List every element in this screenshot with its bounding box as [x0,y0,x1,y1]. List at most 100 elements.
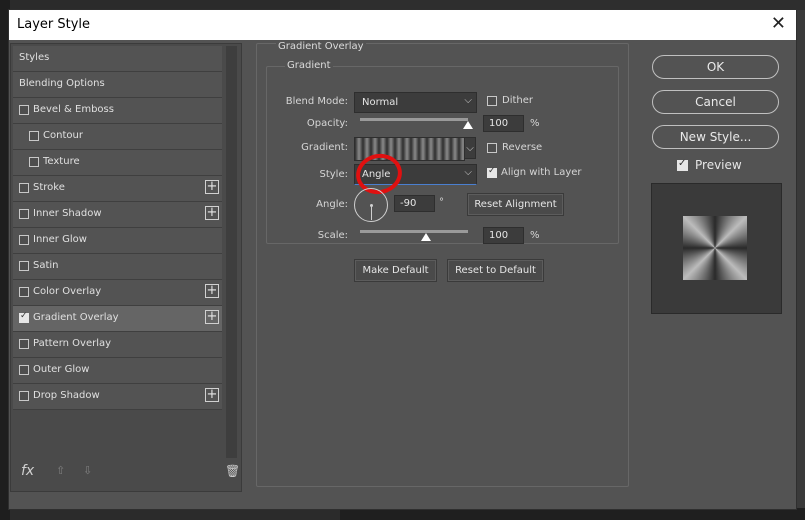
opacity-slider-track[interactable] [360,118,468,121]
ok-button[interactable]: OK [652,55,779,79]
sidebar-item-label: Contour [43,130,83,141]
contour-checkbox[interactable] [29,131,39,141]
sidebar-item-drop-shadow[interactable]: Drop Shadow + [13,384,222,410]
angle-input[interactable]: -90 [394,195,435,212]
styles-sidebar: Styles Blending Options Bevel & Emboss C… [10,43,242,492]
sidebar-item-label: Bevel & Emboss [33,104,114,115]
gradient-label: Gradient: [301,142,348,153]
group-title: Gradient Overlay [276,41,366,52]
sidebar-item-label: Outer Glow [33,364,90,375]
sidebar-item-label: Drop Shadow [33,390,100,401]
sidebar-item-label: Stroke [33,182,65,193]
fx-icon[interactable]: fx [21,463,34,479]
sidebar-item-bevel-emboss[interactable]: Bevel & Emboss [13,98,222,124]
satin-checkbox[interactable] [19,261,29,271]
sidebar-item-label: Inner Shadow [33,208,102,219]
dialog-title: Layer Style [17,17,91,32]
gradient-picker-button[interactable]: ⌵ [464,137,476,159]
inner-shadow-checkbox[interactable] [19,209,29,219]
style-label: Style: [319,169,349,180]
sidebar-item-inner-glow[interactable]: Inner Glow [13,228,222,254]
reset-alignment-button[interactable]: Reset Alignment [467,193,564,216]
make-default-button[interactable]: Make Default [354,259,437,282]
drop-shadow-checkbox[interactable] [19,391,29,401]
stroke-checkbox[interactable] [19,183,29,193]
sidebar-item-styles[interactable]: Styles [13,46,222,72]
reverse-label: Reverse [502,142,543,153]
sidebar-item-color-overlay[interactable]: Color Overlay + [13,280,222,306]
opacity-value: 100 [489,118,509,129]
preview-thumbnail [683,216,747,280]
texture-checkbox[interactable] [29,157,39,167]
angle-needle [371,205,372,220]
sidebar-item-label: Styles [19,52,50,63]
scale-slider-thumb[interactable] [421,233,431,241]
bevel-emboss-checkbox[interactable] [19,105,29,115]
scale-unit: % [530,230,540,241]
opacity-unit: % [530,118,540,129]
sidebar-item-gradient-overlay[interactable]: Gradient Overlay + [13,306,222,332]
move-down-icon[interactable]: ⇩ [83,464,92,477]
align-with-layer-checkbox[interactable] [487,166,497,178]
new-style-button[interactable]: New Style... [652,125,779,149]
dither-checkbox[interactable] [487,96,497,106]
add-stroke-button[interactable]: + [205,180,219,194]
blend-mode-select[interactable]: Normal ⌵ [354,92,477,113]
chevron-down-icon: ⌵ [466,143,474,154]
sidebar-item-satin[interactable]: Satin [13,254,222,280]
sidebar-item-outer-glow[interactable]: Outer Glow [13,358,222,384]
title-bar: Layer Style ✕ [9,10,796,40]
angle-label: Angle: [316,199,348,210]
align-with-layer-label: Align with Layer [501,167,582,178]
sidebar-item-pattern-overlay[interactable]: Pattern Overlay [13,332,222,358]
sidebar-item-contour[interactable]: Contour [13,124,222,150]
chevron-down-icon: ⌵ [464,95,472,106]
add-gradient-overlay-button[interactable]: + [205,310,219,324]
sidebar-item-label: Inner Glow [33,234,87,245]
outer-glow-checkbox[interactable] [19,365,29,375]
trash-icon[interactable]: 🗑 [225,464,240,478]
subgroup-title: Gradient [285,60,333,71]
sidebar-item-label: Texture [43,156,80,167]
opacity-slider-thumb[interactable] [463,121,473,129]
scale-slider-track[interactable] [360,230,468,233]
sidebar-item-blending-options[interactable]: Blending Options [13,72,222,98]
move-up-icon[interactable]: ⇧ [56,464,65,477]
blend-mode-label: Blend Mode: [285,96,348,107]
reverse-checkbox[interactable] [487,143,497,153]
sidebar-item-label: Color Overlay [33,286,102,297]
angle-center-dot [370,204,373,207]
gradient-overlay-checkbox[interactable] [19,311,29,323]
sidebar-scrollbar[interactable] [226,46,237,458]
sidebar-item-inner-shadow[interactable]: Inner Shadow + [13,202,222,228]
sidebar-item-label: Satin [33,260,59,271]
sidebar-item-label: Blending Options [19,78,105,89]
pattern-overlay-checkbox[interactable] [19,339,29,349]
add-color-overlay-button[interactable]: + [205,284,219,298]
scale-value: 100 [489,230,509,241]
cancel-button[interactable]: Cancel [652,90,779,114]
angle-unit: ° [439,197,444,208]
inner-glow-checkbox[interactable] [19,235,29,245]
add-drop-shadow-button[interactable]: + [205,388,219,402]
blend-mode-value: Normal [362,97,399,108]
sidebar-item-texture[interactable]: Texture [13,150,222,176]
styles-list: Styles Blending Options Bevel & Emboss C… [13,46,222,410]
preview-checkbox[interactable] [677,158,688,171]
sidebar-item-label: Pattern Overlay [33,338,112,349]
chevron-down-icon: ⌵ [464,167,472,178]
preview-label: Preview [695,158,742,172]
angle-value: -90 [400,198,417,209]
close-icon[interactable]: ✕ [771,13,786,34]
opacity-input[interactable]: 100 [483,115,524,132]
add-inner-shadow-button[interactable]: + [205,206,219,220]
reset-to-default-button[interactable]: Reset to Default [447,259,544,282]
sidebar-item-stroke[interactable]: Stroke + [13,176,222,202]
scale-input[interactable]: 100 [483,227,524,244]
color-overlay-checkbox[interactable] [19,287,29,297]
opacity-label: Opacity: [306,118,348,129]
sidebar-item-label: Gradient Overlay [33,312,119,323]
angle-dial[interactable] [354,188,388,222]
scale-label: Scale: [317,230,348,241]
dither-label: Dither [502,95,534,106]
